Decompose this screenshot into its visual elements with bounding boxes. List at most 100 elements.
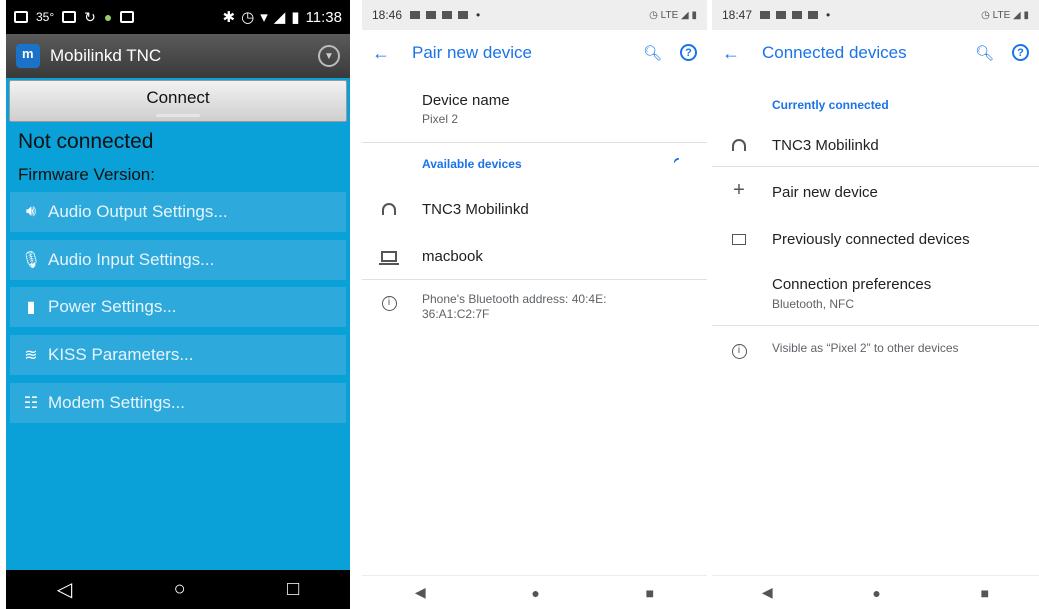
headphones-icon [380,202,398,220]
image-icon [14,11,28,23]
kiss-parameters-item[interactable]: ≋ KISS Parameters... [10,335,346,375]
status-bar: 18:47 • ◷ LTE ◢ ▮ [712,0,1039,30]
connection-preferences-item[interactable]: Connection preferences Bluetooth, NFC [712,276,1039,316]
help-icon[interactable]: ? [680,44,697,61]
bt-address-line-2: 36:A1:C2:7F [422,307,490,321]
navigation-bar: ◀ ● ■ [712,575,1039,609]
back-arrow-icon[interactable]: ← [722,43,762,64]
status-bar: 18:46 • ◷ LTE ◢ ▮ [362,0,707,30]
android-icon [442,11,453,19]
audio-input-settings-item[interactable]: 🎙︎ Audio Input Settings... [10,240,346,280]
battery-icon: ▮ [26,299,36,316]
item-label: Modem Settings... [48,393,186,412]
device-item[interactable]: TNC3 Mobilinkd [362,198,707,234]
mobilinkd-screen: 35° ↻ ● ✱ ◷ ▾ ◢ ▮ 11:38 Mobilinkd TNC ▼ … [6,0,350,609]
device-name-row[interactable]: Device name Pixel 2 [362,92,707,140]
app-logo-icon [16,44,40,68]
divider [712,166,1039,167]
previously-connected-label: Previously connected devices [772,231,970,248]
sliders-icon: ☷ [23,395,39,412]
connection-preferences-label: Connection preferences [772,276,932,293]
item-label: Audio Output Settings... [48,202,228,221]
recents-icon[interactable]: □ [287,578,299,601]
loading-spinner [672,156,684,168]
bluetooth-icon: ✱ [222,9,236,26]
page-title: Pair new device [412,43,533,62]
android-icon: ● [103,9,113,25]
previously-connected-item[interactable]: Previously connected devices [712,228,1039,264]
divider [712,325,1039,326]
available-devices-header: Available devices [422,157,522,171]
more-dot-icon: • [476,8,481,22]
back-arrow-icon[interactable]: ← [372,43,412,64]
bt-address-line-1: Phone's Bluetooth address: 40:4E: [422,292,607,306]
clock: 11:38 [305,8,342,26]
device-name: macbook [422,248,483,265]
devices-icon [730,232,748,250]
connected-device-item[interactable]: TNC3 Mobilinkd [712,134,1039,170]
plus-icon: + [733,179,745,201]
app-bar: Mobilinkd TNC ▼ [6,34,350,78]
mail-icon [808,11,819,19]
back-icon[interactable]: ◁ [57,577,72,602]
device-item[interactable]: macbook [362,245,707,281]
pair-new-label: Pair new device [772,184,878,201]
home-icon[interactable]: ● [872,585,880,601]
modem-settings-item[interactable]: ☷ Modem Settings... [10,383,346,423]
bluetooth-address-row: i Phone's Bluetooth address: 40:4E: 36:A… [362,292,707,328]
firmware-version-label: Firmware Version: [18,165,155,184]
toolbar: ← Connected devices 🔍︎ ? [712,30,1039,76]
pair-new-device-screen: 18:46 • ◷ LTE ◢ ▮ ← Pair new device 🔍︎ ?… [362,0,707,609]
mail-icon [458,11,469,19]
recents-icon[interactable]: ■ [646,585,654,601]
back-icon[interactable]: ◀ [415,584,426,601]
divider [362,142,707,143]
back-icon[interactable]: ◀ [762,584,773,601]
connection-status: Not connected [18,130,154,153]
microphone-icon: 🎙︎ [20,252,42,269]
item-label: KISS Parameters... [48,345,194,364]
home-icon[interactable]: ○ [174,578,186,601]
media-icon [426,11,437,19]
clock: 18:47 [722,8,753,22]
home-icon[interactable]: ● [531,585,539,601]
more-dot-icon: • [826,8,831,22]
pair-new-device-item[interactable]: + Pair new device [712,179,1039,217]
visible-as-text: Visible as “Pixel 2” to other devices [772,341,959,355]
device-name: TNC3 Mobilinkd [422,201,529,218]
alarm-icon: ◷ [241,9,255,26]
wifi-signal-icon: ▾ [260,9,268,26]
button-indicator [156,114,200,117]
info-icon: i [730,340,748,359]
laptop-icon [379,249,399,267]
search-icon[interactable]: 🔍︎ [975,44,994,62]
device-name-label: Device name [422,92,510,109]
image-icon [62,11,77,23]
power-settings-item[interactable]: ▮ Power Settings... [10,287,346,327]
help-icon[interactable]: ? [1012,44,1029,61]
visibility-row: i Visible as “Pixel 2” to other devices [712,340,1039,364]
page-title: Connected devices [762,43,907,62]
media-icon [776,11,787,19]
navigation-bar: ◁ ○ □ [6,570,350,609]
recents-icon[interactable]: ■ [981,585,989,601]
toolbar: ← Pair new device 🔍︎ ? [362,30,707,76]
connect-button[interactable]: Connect [9,80,347,122]
temperature: 35° [36,10,55,24]
app-title: Mobilinkd TNC [50,46,162,65]
connected-devices-screen: 18:47 • ◷ LTE ◢ ▮ ← Connected devices 🔍︎… [712,0,1039,609]
wifi-icon: ≋ [24,347,38,364]
clipboard-icon [120,11,135,23]
overflow-menu-icon[interactable]: ▼ [318,45,340,67]
connect-label: Connect [146,88,210,107]
search-icon[interactable]: 🔍︎ [643,44,662,62]
android-icon [792,11,803,19]
item-label: Power Settings... [48,297,177,316]
speaker-icon: 🔊︎ [25,203,37,220]
currently-connected-header: Currently connected [772,98,889,112]
battery-status-icon: ▮ [291,9,300,26]
audio-output-settings-item[interactable]: 🔊︎ Audio Output Settings... [10,192,346,232]
clock: 18:46 [372,8,403,22]
connection-preferences-sub: Bluetooth, NFC [772,297,855,311]
divider [362,279,707,280]
